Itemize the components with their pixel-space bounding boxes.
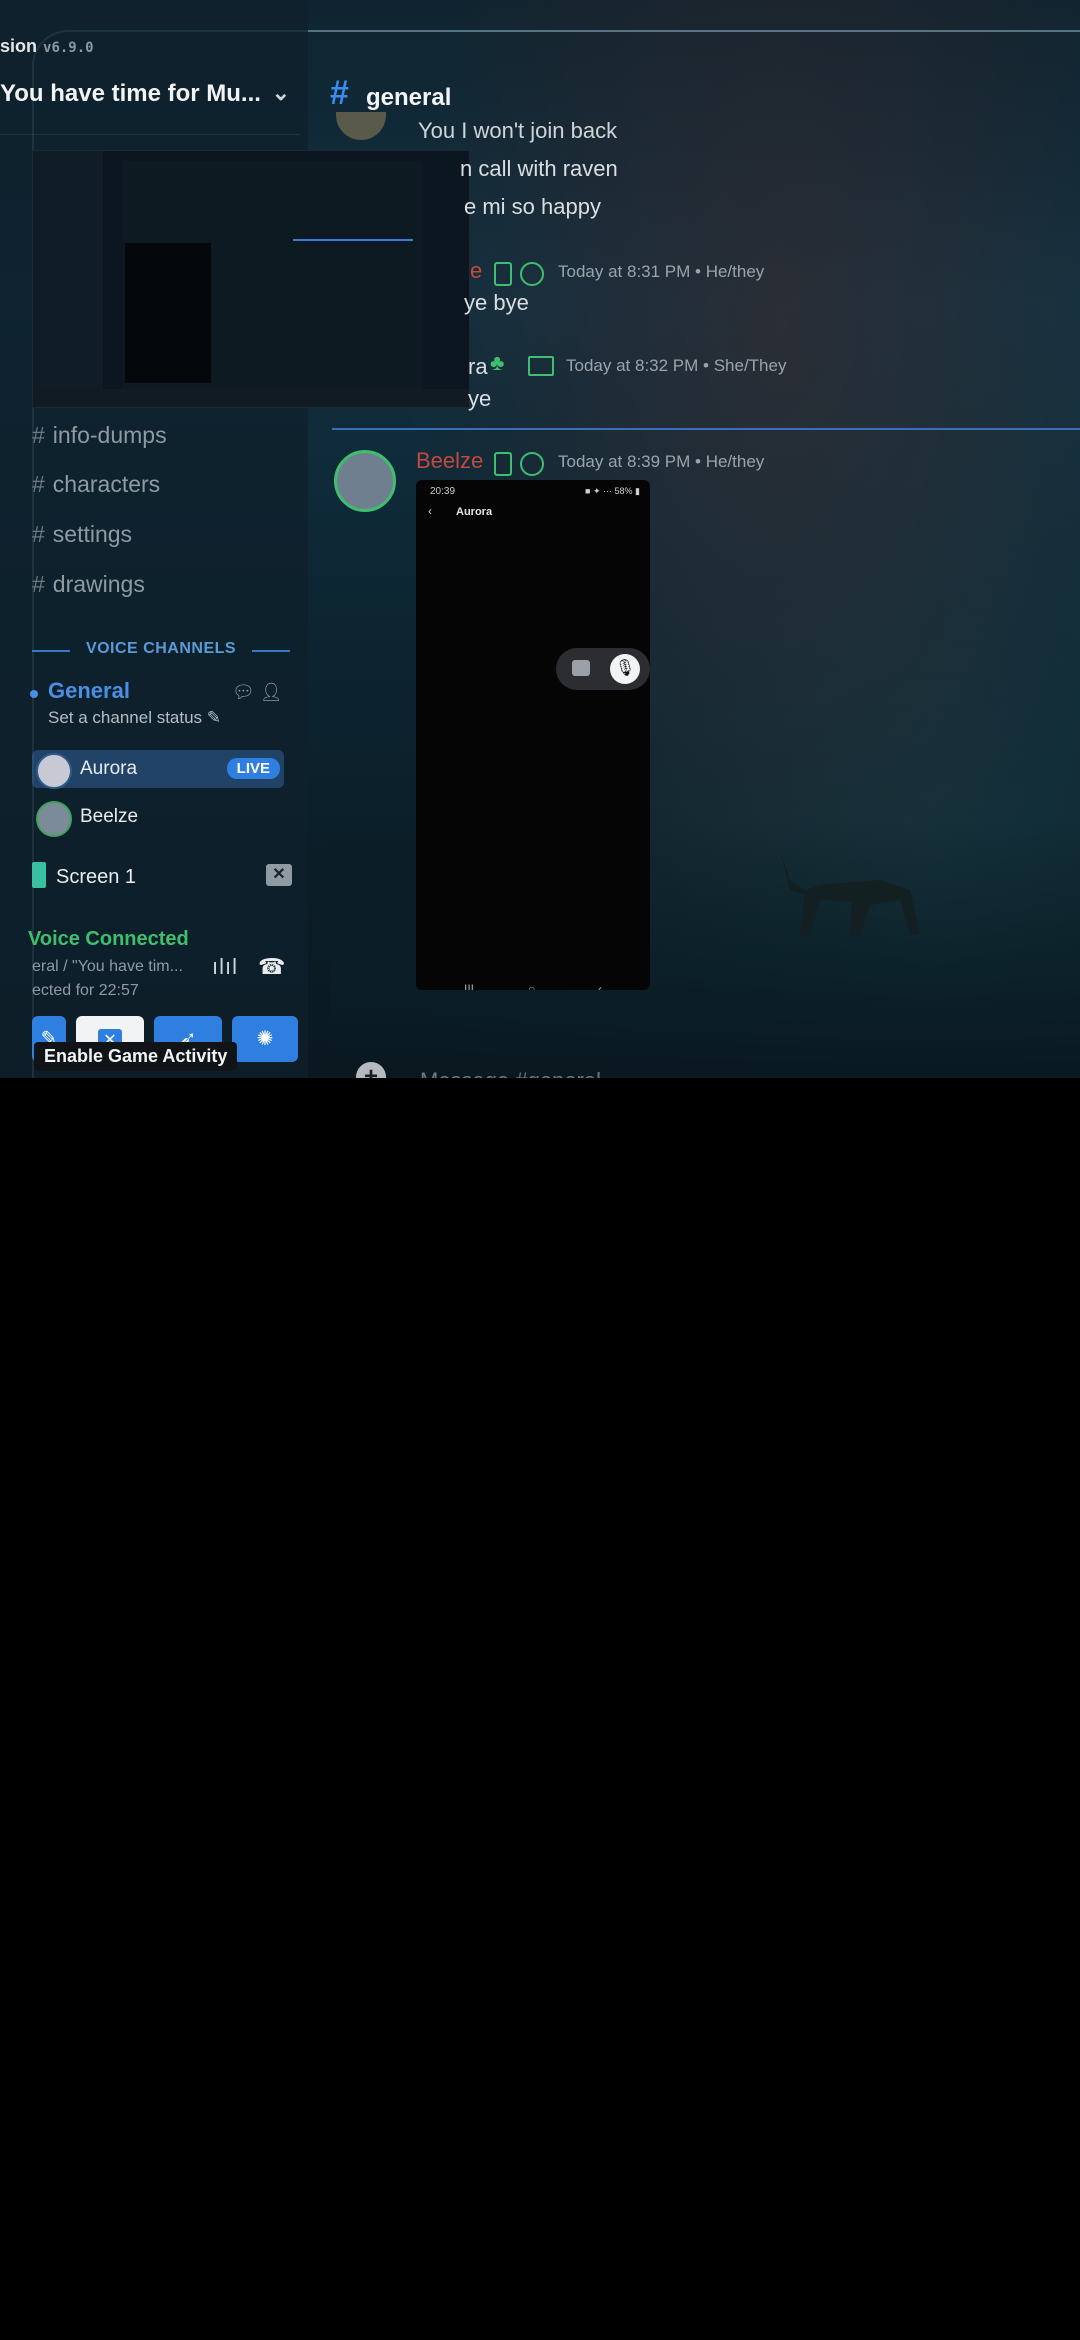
hash-icon: # — [330, 74, 349, 112]
message-author[interactable]: Beelze — [416, 448, 483, 474]
channel-info-dumps[interactable]: # info-dumps — [32, 418, 167, 452]
preview-divider — [293, 239, 413, 241]
phone-time: 20:39 — [430, 486, 456, 497]
header-divider — [0, 134, 300, 135]
avatar — [36, 801, 72, 837]
channel-label: drawings — [52, 571, 145, 597]
channel-drawings[interactable]: # drawings — [32, 567, 145, 601]
voice-channel-path[interactable]: eral / "You have tim... — [32, 958, 192, 976]
new-messages-divider — [332, 428, 1080, 430]
channel-status-text: Set a channel status — [48, 708, 203, 727]
message-timestamp: Today at 8:39 PM • He/they — [558, 452, 765, 471]
tooltip: Enable Game Activity — [34, 1042, 238, 1071]
avatar — [36, 753, 72, 789]
channel-status[interactable]: Set a channel status ✎ — [48, 708, 221, 728]
screen-label: Screen 1 — [56, 866, 137, 888]
message-composer[interactable]: + Message #general — [332, 1054, 1080, 1078]
image-attachment[interactable]: 20:39 ■ ✦ ⋯ 58% ▮ ‹ Aurora III ○ ‹ — [416, 480, 650, 990]
soundboard-icon: ✺ — [256, 1028, 274, 1050]
version-number: v6.9.0 — [43, 40, 94, 56]
version-text: sion — [0, 36, 38, 56]
live-badge[interactable]: LIVE — [226, 758, 280, 779]
server-header[interactable]: You have time for Mu... ⌄ — [0, 80, 290, 120]
back-icon: ‹ — [598, 982, 602, 990]
voice-user-name: Beelze — [80, 806, 139, 827]
avatar[interactable] — [334, 450, 396, 512]
message-text: n call with raven — [460, 156, 618, 181]
unread-indicator — [30, 690, 38, 698]
clover-icon: ♣ — [490, 350, 505, 375]
message-text: e mi so happy — [464, 194, 601, 219]
camera-off-icon[interactable] — [572, 660, 590, 676]
globe-icon — [520, 262, 544, 286]
microphone-icon[interactable]: 🎙︎ — [610, 654, 640, 684]
channel-title: general — [366, 84, 452, 111]
deer-silhouette — [780, 850, 920, 935]
disconnect-icon[interactable]: ☎ — [258, 954, 285, 980]
voice-user-beelze[interactable]: Beelze — [32, 798, 284, 837]
voice-channels-header[interactable]: VOICE CHANNELS — [32, 640, 290, 660]
phone-status-icons: ■ ✦ ⋯ 58% ▮ — [585, 486, 640, 496]
channel-label: characters — [52, 471, 161, 497]
preview-sidebar — [33, 151, 103, 407]
channel-label: info-dumps — [52, 422, 167, 448]
back-icon: ‹ — [428, 504, 432, 518]
message-input-placeholder[interactable]: Message #general — [420, 1068, 601, 1078]
pencil-icon: ✎ — [206, 708, 222, 727]
message-timestamp: Today at 8:31 PM • He/they — [558, 262, 765, 281]
message-text: ye bye — [464, 290, 529, 315]
screen-icon — [32, 862, 46, 888]
channel-settings[interactable]: # settings — [32, 517, 132, 551]
voice-connected-time: ected for 22:57 — [32, 982, 139, 999]
hash-icon: # — [32, 422, 45, 448]
call-controls-pill[interactable]: 🎙︎ — [556, 648, 650, 690]
voice-user-aurora[interactable]: Aurora LIVE — [32, 750, 284, 789]
hash-icon: # — [32, 471, 45, 497]
globe-icon — [520, 452, 544, 476]
message-author[interactable]: e — [470, 258, 482, 284]
message-timestamp: Today at 8:32 PM • She/They — [566, 356, 787, 375]
voice-user-name: Aurora — [80, 758, 138, 779]
version-label: sion v6.9.0 — [0, 36, 94, 57]
hash-icon: # — [32, 571, 45, 597]
voice-channel-general[interactable]: General — [48, 678, 130, 704]
discord-window: sion v6.9.0 You have time for Mu... ⌄ # in… — [0, 0, 1080, 1078]
mobile-icon — [494, 452, 512, 476]
mobile-icon — [494, 262, 512, 286]
invite-icon[interactable]: 👤︎ — [260, 682, 283, 702]
screen-share-row[interactable]: Screen 1 ✕ — [32, 862, 292, 896]
chevron-down-icon[interactable]: ⌄ — [272, 80, 290, 106]
avatar[interactable] — [336, 112, 386, 140]
recent-apps-icon: III — [464, 982, 475, 990]
channel-label: settings — [52, 521, 133, 547]
phone-title: Aurora — [456, 506, 493, 518]
monitor-icon — [528, 356, 554, 376]
preview-taskbar — [33, 389, 469, 407]
message-text: You I won't join back — [418, 118, 618, 143]
preview-video — [125, 243, 211, 383]
stream-preview-popout[interactable] — [32, 150, 470, 408]
chat-icon[interactable]: 💬︎ 👤︎ — [232, 682, 283, 703]
message-author[interactable]: ra — [468, 354, 488, 380]
message-text: ye — [468, 386, 492, 411]
channel-sidebar: sion v6.9.0 You have time for Mu... ⌄ # in… — [0, 0, 470, 1078]
plus-icon[interactable]: + — [356, 1062, 386, 1078]
server-name: You have time for Mu... — [0, 80, 261, 107]
stop-stream-icon[interactable]: ✕ — [266, 864, 292, 886]
channel-characters[interactable]: # characters — [32, 467, 160, 501]
signal-icon[interactable]: ılıl — [212, 954, 238, 980]
home-icon: ○ — [528, 982, 536, 990]
voice-connected-status[interactable]: Voice Connected — [28, 928, 189, 951]
hash-icon: # — [32, 521, 45, 547]
soundboard-button[interactable]: ✺ — [232, 1016, 298, 1062]
